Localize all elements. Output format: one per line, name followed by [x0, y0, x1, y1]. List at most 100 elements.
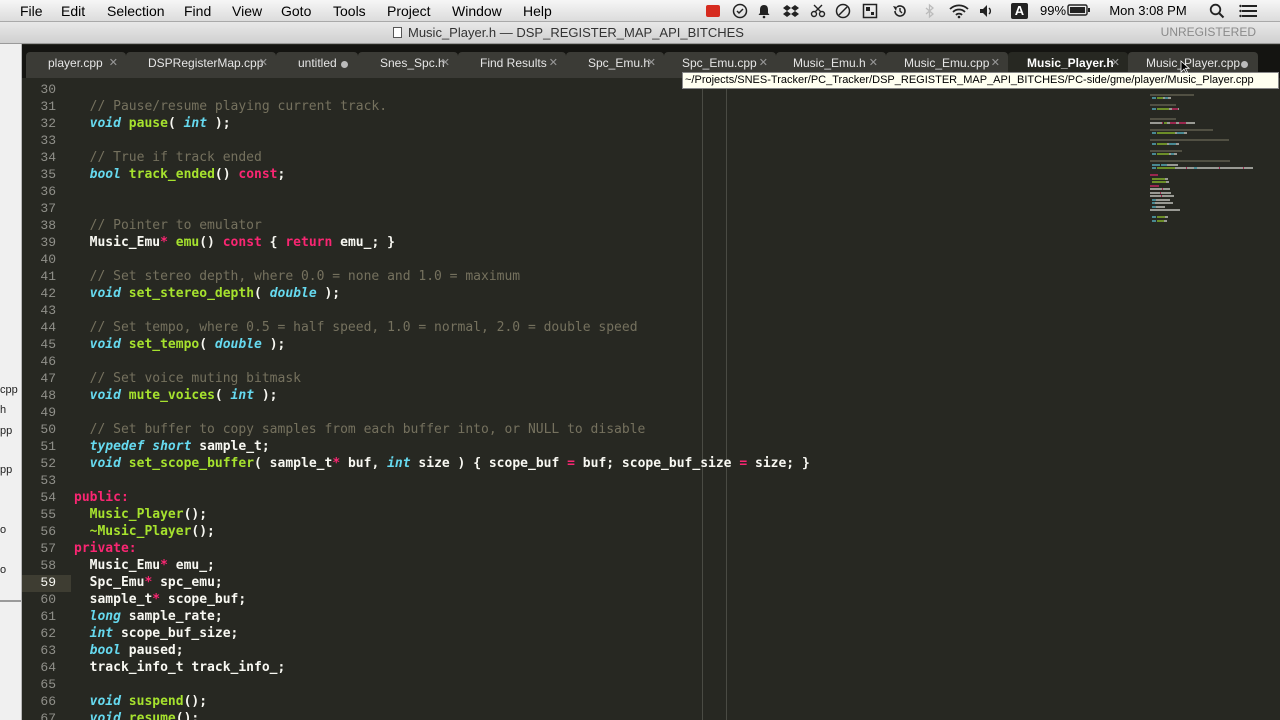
- code-line[interactable]: Music_Emu* emu() const { return emu_; }: [74, 234, 395, 251]
- code-line[interactable]: void set_stereo_depth( double );: [74, 285, 340, 302]
- volume-icon[interactable]: [978, 3, 996, 19]
- menu-view[interactable]: View: [232, 2, 262, 20]
- minimap-mark: [1150, 139, 1229, 141]
- tab-close-icon[interactable]: ✕: [259, 56, 268, 69]
- code-line[interactable]: public:: [74, 489, 129, 506]
- sidebar-file-fragment[interactable]: pp: [0, 464, 12, 476]
- red-app-icon[interactable]: [705, 3, 721, 19]
- sidebar-file-fragment[interactable]: o: [0, 524, 6, 536]
- line-number: 44: [40, 320, 56, 335]
- code-line[interactable]: bool paused;: [74, 642, 184, 659]
- minimap-mark: [1150, 174, 1158, 176]
- minimap[interactable]: [1150, 90, 1260, 230]
- menu-tools[interactable]: Tools: [333, 2, 366, 20]
- tab-close-icon[interactable]: ✕: [991, 56, 1000, 69]
- minimap-mark: [1168, 97, 1171, 99]
- sidebar-strip: cpp h pp pp o o: [0, 44, 22, 720]
- spotlight-search-icon[interactable]: [1208, 3, 1226, 19]
- code-line[interactable]: Spc_Emu* spc_emu;: [74, 574, 223, 591]
- tab-close-icon[interactable]: ✕: [869, 56, 878, 69]
- code-line[interactable]: ~Music_Player();: [74, 523, 215, 540]
- code-line[interactable]: void resume();: [74, 710, 200, 720]
- code-line[interactable]: private:: [74, 540, 137, 557]
- line-number: 42: [40, 286, 56, 301]
- line-number: 66: [40, 694, 56, 709]
- dropbox-icon[interactable]: [782, 3, 800, 19]
- code-line[interactable]: void mute_voices( int );: [74, 387, 278, 404]
- tab-close-icon[interactable]: ✕: [109, 56, 118, 69]
- menu-goto[interactable]: Goto: [281, 2, 311, 20]
- tab-close-icon[interactable]: ✕: [1111, 56, 1120, 69]
- code-line[interactable]: // Set stereo depth, where 0.0 = none an…: [74, 268, 520, 285]
- code-type: typedef: [89, 439, 145, 454]
- notification-center-icon[interactable]: [1239, 3, 1259, 19]
- code-line[interactable]: void suspend();: [74, 693, 207, 710]
- sidebar-file-fragment[interactable]: cpp: [0, 384, 18, 396]
- tab-untitled[interactable]: untitled: [276, 52, 358, 78]
- circle-slash-icon[interactable]: [835, 3, 851, 19]
- tab-spc-emu-h[interactable]: Spc_Emu.h ✕: [566, 52, 664, 78]
- code-line[interactable]: Music_Emu* emu_;: [74, 557, 215, 574]
- menu-window[interactable]: Window: [452, 2, 502, 20]
- unsaved-dot-icon[interactable]: [1241, 61, 1248, 68]
- menu-edit[interactable]: Edit: [61, 2, 85, 20]
- line-number: 48: [40, 388, 56, 403]
- tab-snes-spc-h[interactable]: Snes_Spc.h ✕: [358, 52, 458, 78]
- code-line[interactable]: // Set buffer to copy samples from each …: [74, 421, 646, 438]
- code-line[interactable]: bool track_ended() const;: [74, 166, 286, 183]
- tab-close-icon[interactable]: ✕: [441, 56, 450, 69]
- code-line[interactable]: int scope_buf_size;: [74, 625, 239, 642]
- code-function: set_stereo_depth: [128, 286, 255, 301]
- sidebar-file-fragment[interactable]: h: [0, 404, 6, 416]
- code-line[interactable]: // Set voice muting bitmask: [74, 370, 301, 387]
- menu-selection[interactable]: Selection: [107, 2, 165, 20]
- menu-project[interactable]: Project: [387, 2, 431, 20]
- battery-icon[interactable]: [1067, 3, 1091, 19]
- menu-find[interactable]: Find: [184, 2, 211, 20]
- code-line[interactable]: track_info_t track_info_;: [74, 659, 286, 676]
- checkmark-circle-icon[interactable]: [731, 3, 749, 19]
- code-line[interactable]: long sample_rate;: [74, 608, 223, 625]
- bluetooth-icon[interactable]: [924, 3, 936, 19]
- code-line[interactable]: Music_Player();: [74, 506, 207, 523]
- menu-help[interactable]: Help: [523, 2, 552, 20]
- minimap-mark: [1152, 177, 1165, 180]
- code-line[interactable]: // Set tempo, where 0.5 = half speed, 1.…: [74, 319, 638, 336]
- scissors-icon[interactable]: [810, 3, 826, 19]
- time-machine-icon[interactable]: [891, 3, 909, 19]
- wifi-icon[interactable]: [948, 3, 970, 19]
- tab-close-icon[interactable]: ✕: [759, 56, 768, 69]
- code-line[interactable]: // True if track ended: [74, 149, 262, 166]
- tab-dspregistermap-cpp[interactable]: DSPRegisterMap.cpp ✕: [126, 52, 276, 78]
- code-line[interactable]: void set_tempo( double );: [74, 336, 286, 353]
- code-line[interactable]: sample_t* scope_buf;: [74, 591, 247, 608]
- minimap-mark: [1244, 167, 1253, 169]
- tab-close-icon[interactable]: ✕: [549, 56, 558, 69]
- code-line[interactable]: void set_scope_buffer( sample_t* buf, in…: [74, 455, 810, 472]
- sidebar-file-fragment[interactable]: o: [0, 564, 6, 576]
- code-area[interactable]: // Pause/resume playing current track. v…: [74, 78, 1174, 720]
- unsaved-dot-icon[interactable]: [341, 61, 348, 68]
- tab-find-results[interactable]: Find Results ✕: [458, 52, 566, 78]
- tab-label: player.cpp: [48, 56, 103, 70]
- apple-menu[interactable]: [0, 0, 1, 22]
- input-source-icon[interactable]: A: [1011, 3, 1028, 19]
- code-line[interactable]: typedef short sample_t;: [74, 438, 270, 455]
- grid-box-icon[interactable]: [862, 3, 878, 19]
- code-line[interactable]: // Pointer to emulator: [74, 217, 262, 234]
- minimap-mark: [1150, 104, 1176, 106]
- sidebar-file-fragment[interactable]: pp: [0, 425, 12, 437]
- clock[interactable]: Mon 3:08 PM: [1102, 3, 1194, 19]
- ruler-line: [726, 78, 727, 720]
- code-line[interactable]: void pause( int );: [74, 115, 231, 132]
- menu-file[interactable]: File: [20, 2, 43, 20]
- line-number: 53: [40, 473, 56, 488]
- notification-bell-icon[interactable]: [756, 3, 772, 19]
- minimap-mark: [1155, 202, 1173, 204]
- code-editor[interactable]: 30 31 32 33 34 35 36 37 38 39 40 41 42 43 44 45 46 47 48 49…: [22, 78, 1280, 720]
- tab-close-icon[interactable]: ✕: [647, 56, 656, 69]
- tab-player-cpp[interactable]: player.cpp ✕: [26, 52, 126, 78]
- code-line[interactable]: // Pause/resume playing current track.: [74, 98, 387, 115]
